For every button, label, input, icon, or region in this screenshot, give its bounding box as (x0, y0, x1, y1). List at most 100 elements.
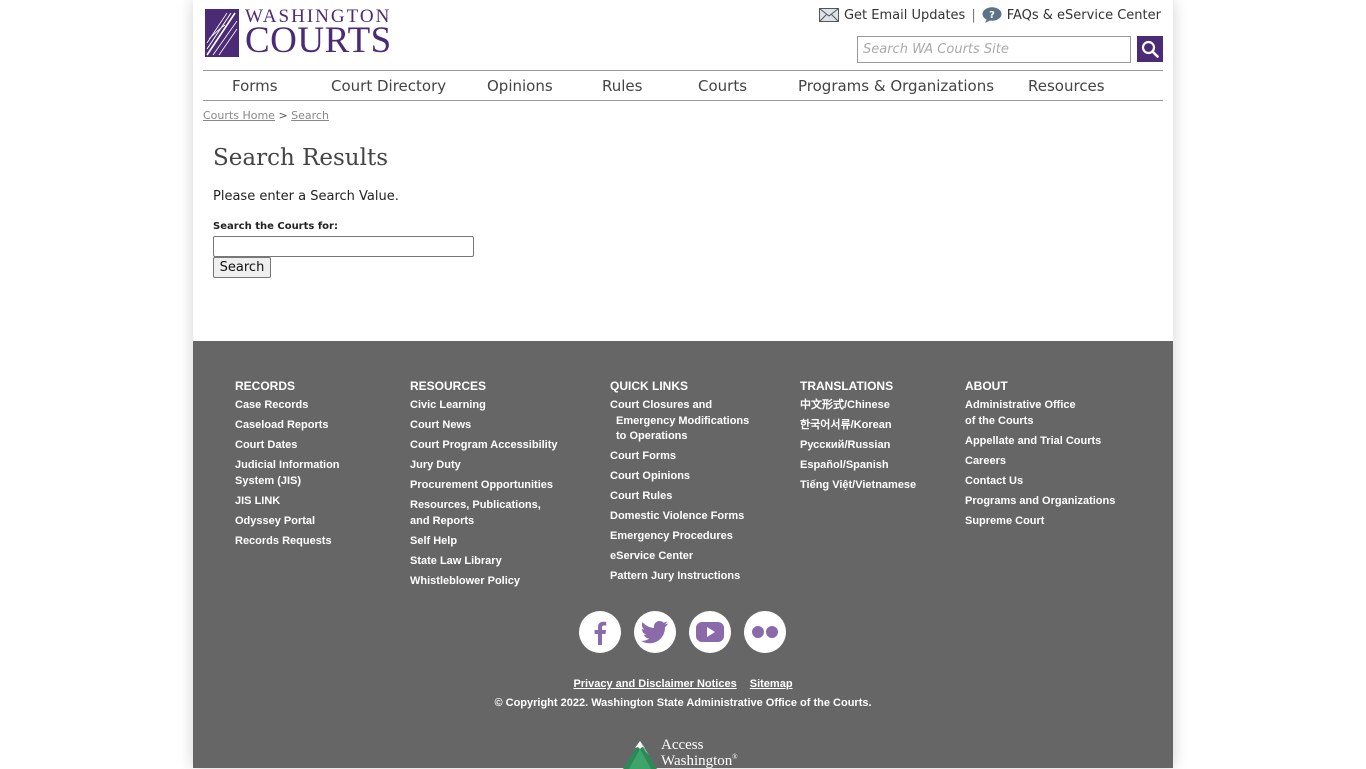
footer-link-aoc-line2[interactable]: of the Courts (965, 414, 1115, 430)
footer-link-supreme-court[interactable]: Supreme Court (965, 514, 1115, 530)
footer-link-state-law-library[interactable]: State Law Library (410, 554, 558, 570)
footer-link-jis-link[interactable]: JIS LINK (235, 494, 340, 510)
main-nav: Forms Court Directory Opinions Rules Cou… (203, 70, 1163, 101)
footer-link-closures-line2[interactable]: Emergency Modifications (610, 414, 749, 430)
footer-resources-column: RESOURCES Civic Learning Court News Cour… (410, 379, 558, 594)
footer-translations-column: TRANSLATIONS 中文形式/Chinese 한국어서류/Korean Р… (800, 379, 916, 498)
footer-link-programs-organizations[interactable]: Programs and Organizations (965, 494, 1115, 510)
search-icon (1141, 40, 1159, 58)
nav-rules[interactable]: Rules (602, 77, 642, 95)
mountain-logo-icon (623, 741, 657, 769)
footer-quick-links-column: QUICK LINKS Court Closures and Emergency… (610, 379, 749, 589)
help-bubble-icon: ? (982, 7, 1002, 23)
footer-link-court-dates[interactable]: Court Dates (235, 438, 340, 454)
footer-link-vietnamese[interactable]: Tiếng Việt/Vietnamese (800, 478, 916, 494)
utility-links: Get Email Updates | ? FAQs & eService Ce… (818, 7, 1161, 23)
footer-quick-links-heading: QUICK LINKS (610, 379, 688, 393)
footer-link-publications-line2[interactable]: and Reports (410, 514, 558, 530)
site-search-input[interactable] (857, 36, 1131, 63)
footer-link-emergency-procedures[interactable]: Emergency Procedures (610, 529, 749, 545)
footer-link-self-help[interactable]: Self Help (410, 534, 558, 550)
footer-link-civic-learning[interactable]: Civic Learning (410, 398, 558, 414)
svg-text:?: ? (989, 10, 995, 21)
nav-opinions[interactable]: Opinions (487, 77, 553, 95)
footer-records-heading: RECORDS (235, 379, 296, 393)
footer-link-closures-line3[interactable]: to Operations (610, 429, 749, 445)
envelope-icon (818, 8, 839, 22)
breadcrumb-separator: > (278, 109, 288, 122)
page-title: Search Results (213, 145, 389, 171)
footer-link-whistleblower[interactable]: Whistleblower Policy (410, 574, 558, 590)
breadcrumb-current-link[interactable]: Search (291, 109, 329, 122)
nav-programs-organizations[interactable]: Programs & Organizations (798, 77, 994, 95)
footer-link-eservice-center[interactable]: eService Center (610, 549, 749, 565)
footer-translations-heading: TRANSLATIONS (800, 379, 894, 393)
flickr-icon (752, 626, 778, 638)
footer-link-jis-line2[interactable]: System (JIS) (235, 474, 340, 490)
washington-courts-logo[interactable]: WASHINGTON COURTS (205, 7, 400, 61)
access-washington-bottom: Washington (661, 753, 733, 769)
search-field-label: Search the Courts for: (213, 221, 338, 232)
footer-link-procurement[interactable]: Procurement Opportunities (410, 478, 558, 494)
footer-link-dv-forms[interactable]: Domestic Violence Forms (610, 509, 749, 525)
nav-courts[interactable]: Courts (698, 77, 747, 95)
facebook-button[interactable] (579, 611, 621, 653)
footer-link-korean[interactable]: 한국어서류/Korean (800, 418, 916, 434)
page: WASHINGTON COURTS Get Email Updates | ? … (193, 0, 1173, 769)
footer-link-records-requests[interactable]: Records Requests (235, 534, 340, 550)
footer-about-column: ABOUT Administrative Office of the Court… (965, 379, 1115, 534)
courts-logo-icon (205, 9, 239, 57)
email-updates-label: Get Email Updates (843, 7, 966, 23)
footer-resources-heading: RESOURCES (410, 379, 487, 393)
footer-link-appellate-trial[interactable]: Appellate and Trial Courts (965, 434, 1115, 450)
footer-link-publications-line1[interactable]: Resources, Publications, (410, 498, 558, 514)
search-message: Please enter a Search Value. (213, 189, 399, 204)
sitemap-link[interactable]: Sitemap (750, 678, 793, 690)
social-links (579, 611, 786, 653)
footer-link-jis-line1[interactable]: Judicial Information (235, 458, 340, 474)
footer-link-chinese[interactable]: 中文形式/Chinese (800, 398, 916, 414)
twitter-button[interactable] (634, 611, 676, 653)
footer-link-court-program-accessibility[interactable]: Court Program Accessibility (410, 438, 558, 454)
footer-link-contact-us[interactable]: Contact Us (965, 474, 1115, 490)
faq-link[interactable]: ? FAQs & eService Center (982, 7, 1161, 23)
search-button[interactable]: Search (213, 257, 271, 278)
footer-link-careers[interactable]: Careers (965, 454, 1115, 470)
footer-link-aoc-line1[interactable]: Administrative Office (965, 398, 1115, 414)
twitter-icon (640, 621, 668, 644)
footer-link-odyssey-portal[interactable]: Odyssey Portal (235, 514, 340, 530)
facebook-icon (594, 621, 607, 645)
footer-link-pattern-jury[interactable]: Pattern Jury Instructions (610, 569, 749, 585)
footer: RECORDS Case Records Caseload Reports Co… (193, 341, 1173, 769)
footer-about-heading: ABOUT (965, 379, 1008, 393)
copyright-text: © Copyright 2022. Washington State Admin… (494, 697, 872, 709)
footer-link-spanish[interactable]: Español/Spanish (800, 458, 916, 474)
youtube-button[interactable] (689, 611, 731, 653)
breadcrumb: Courts Home > Search (203, 109, 329, 122)
footer-link-court-opinions[interactable]: Court Opinions (610, 469, 749, 485)
privacy-link[interactable]: Privacy and Disclaimer Notices (573, 678, 736, 690)
footer-link-court-forms[interactable]: Court Forms (610, 449, 749, 465)
logo-bottom-text: COURTS (245, 20, 392, 61)
courts-search-input[interactable] (213, 236, 474, 257)
access-washington-logo[interactable]: Access Washington® (623, 738, 738, 769)
footer-link-case-records[interactable]: Case Records (235, 398, 340, 414)
youtube-icon (696, 622, 724, 642)
site-search-button[interactable] (1137, 36, 1163, 62)
breadcrumb-home-link[interactable]: Courts Home (203, 109, 275, 122)
footer-link-court-news[interactable]: Court News (410, 418, 558, 434)
footer-link-russian[interactable]: Русский/Russian (800, 438, 916, 454)
footer-link-closures-line1[interactable]: Court Closures and (610, 398, 749, 414)
legal-links: Privacy and Disclaimer Notices Sitemap (193, 678, 1173, 690)
footer-records-column: RECORDS Case Records Caseload Reports Co… (235, 379, 340, 554)
flickr-button[interactable] (744, 611, 786, 653)
nav-resources[interactable]: Resources (1028, 77, 1105, 95)
email-updates-link[interactable]: Get Email Updates (818, 7, 966, 23)
footer-link-jury-duty[interactable]: Jury Duty (410, 458, 558, 474)
footer-link-court-rules[interactable]: Court Rules (610, 489, 749, 505)
registered-mark: ® (732, 753, 738, 761)
faq-label: FAQs & eService Center (1006, 7, 1161, 23)
nav-forms[interactable]: Forms (232, 77, 278, 95)
footer-link-caseload-reports[interactable]: Caseload Reports (235, 418, 340, 434)
nav-court-directory[interactable]: Court Directory (331, 77, 446, 95)
